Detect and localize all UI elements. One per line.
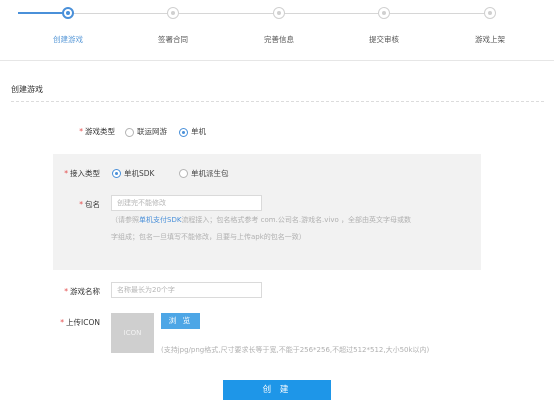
stepper-line-done bbox=[18, 12, 68, 14]
step-dot-create-game bbox=[62, 7, 74, 19]
section-title: 创建游戏 bbox=[11, 85, 43, 94]
stepper-divider bbox=[0, 60, 554, 61]
step-label-create-game: 创建游戏 bbox=[53, 35, 83, 44]
create-button[interactable]: 创 建 bbox=[223, 380, 331, 400]
package-name-hint: （请参照单机支付SDK流程接入；包名格式参考 com.公司名.游戏名.vivo … bbox=[111, 216, 412, 224]
access-type-option-sdk[interactable]: 单机SDK bbox=[124, 168, 154, 179]
game-type-option-online[interactable]: 联运网游 bbox=[137, 126, 167, 137]
access-type-radio-derived[interactable] bbox=[179, 169, 188, 178]
access-type-label: * 接入类型 bbox=[64, 169, 100, 178]
access-type-radio-sdk[interactable] bbox=[112, 169, 121, 178]
step-dot-game-release bbox=[484, 7, 496, 19]
game-type-radio-online[interactable] bbox=[125, 128, 134, 137]
step-label-sign-contract: 签署合同 bbox=[158, 35, 188, 44]
game-type-radio-standalone[interactable] bbox=[179, 128, 188, 137]
game-type-label: * 游戏类型 bbox=[79, 127, 115, 136]
game-name-label: * 游戏名称 bbox=[64, 287, 100, 296]
required-mark: * bbox=[79, 200, 83, 209]
progress-stepper: 创建游戏 签署合同 完善信息 提交审核 游戏上架 bbox=[0, 0, 554, 60]
package-name-input[interactable]: 创建完不能修改 bbox=[111, 195, 262, 211]
required-mark: * bbox=[64, 169, 68, 178]
upload-icon-hint: (支持jpg/png格式,尺寸要求长等于宽,不能于256*256,不超过512*… bbox=[161, 346, 430, 354]
access-type-option-derived[interactable]: 单机派生包 bbox=[191, 168, 229, 179]
package-name-hint-line2: 字组成；包名一旦填写不能修改，且要与上传apk的包名一致） bbox=[111, 233, 306, 241]
upload-icon-label: * 上传ICON bbox=[60, 318, 100, 327]
step-label-game-release: 游戏上架 bbox=[475, 35, 505, 44]
required-mark: * bbox=[64, 287, 68, 296]
icon-preview-placeholder: ICON bbox=[111, 313, 154, 353]
package-name-label: * 包名 bbox=[79, 200, 100, 209]
step-label-submit-review: 提交审核 bbox=[369, 35, 399, 44]
game-name-input[interactable]: 名称最长为20个字 bbox=[111, 282, 262, 298]
step-dot-sign-contract bbox=[167, 7, 179, 19]
required-mark: * bbox=[79, 127, 83, 136]
step-dot-submit-review bbox=[378, 7, 390, 19]
step-label-complete-info: 完善信息 bbox=[264, 35, 294, 44]
sdk-doc-link[interactable]: 单机支付SDK bbox=[139, 216, 181, 224]
step-dot-complete-info bbox=[273, 7, 285, 19]
browse-button[interactable]: 浏 览 bbox=[161, 313, 200, 329]
required-mark: * bbox=[60, 318, 65, 327]
game-type-option-standalone[interactable]: 单机 bbox=[191, 126, 206, 137]
section-divider bbox=[11, 101, 544, 102]
